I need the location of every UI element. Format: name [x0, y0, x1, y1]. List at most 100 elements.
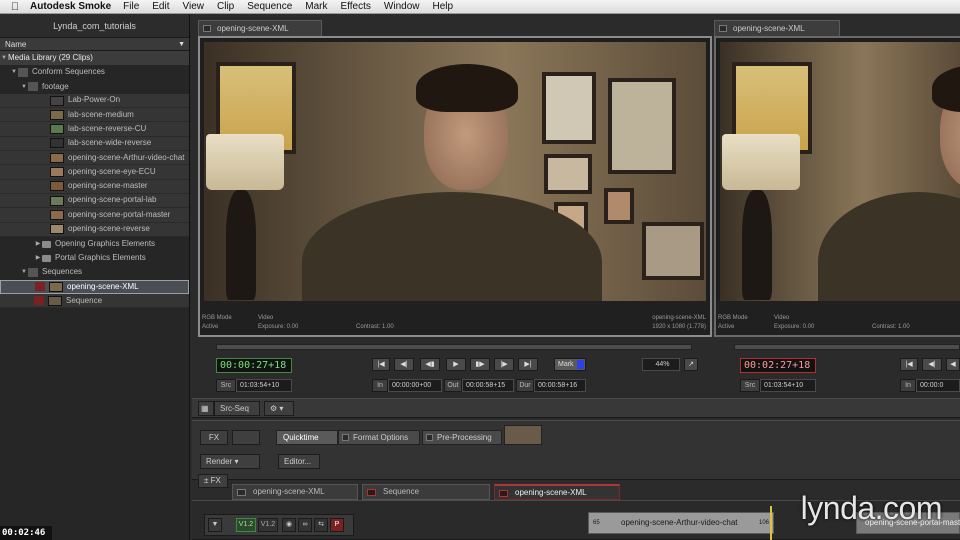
track-link-icon[interactable]: ∞ — [298, 518, 312, 532]
player-viewer-left[interactable]: RGB Mode Video Active Exposure: 0.00 Con… — [198, 36, 712, 337]
go-to-start-button[interactable]: |◀ — [372, 358, 390, 371]
out-timecode[interactable]: 00:00:58+15 — [462, 379, 514, 392]
fx-toggle-button[interactable]: ± FX — [198, 474, 228, 488]
clip-item[interactable]: opening-scene-reverse — [0, 222, 189, 237]
out-label: Out — [444, 379, 462, 392]
src-timecode[interactable]: 01:03:54+10 — [760, 379, 816, 392]
name-column-header[interactable]: Name ▼ — [0, 38, 189, 51]
sequence-item[interactable]: Sequence — [0, 294, 189, 309]
go-to-end-button[interactable]: ▶| — [518, 358, 538, 371]
clip-name-label: opening-scene-XML — [652, 315, 706, 321]
tab-pre-processing[interactable]: Pre-Processing — [422, 430, 502, 445]
expanded-triangle-icon[interactable]: ▼ — [10, 65, 18, 79]
tree-item-portal-graphics[interactable]: ▶ Portal Graphics Elements — [0, 251, 189, 265]
viewer-tab-left[interactable]: opening-scene-XML — [198, 20, 322, 36]
rgb-mode-label: RGB Mode — [718, 315, 748, 321]
menu-edit[interactable]: Edit — [152, 1, 169, 12]
src-seq-mode-icon[interactable]: ▦ — [198, 401, 214, 416]
menu-effects[interactable]: Effects — [341, 1, 371, 12]
timeline-playhead[interactable] — [770, 506, 772, 540]
clip-item[interactable]: lab-scene-medium — [0, 108, 189, 123]
track-sync-icon[interactable]: ⇆ — [314, 518, 328, 532]
play-button[interactable]: ▶ — [446, 358, 466, 371]
video-frame — [720, 42, 960, 301]
scrub-bar-left[interactable] — [216, 344, 692, 350]
tree-item-conform-sequences[interactable]: ▼ Conform Sequences — [0, 65, 189, 79]
timecode-display-right[interactable]: 00:02:27+18 — [740, 358, 816, 373]
track-v1-2-active[interactable]: V1.2 — [236, 518, 256, 532]
step-back-button[interactable]: ◀▮ — [420, 358, 440, 371]
menu-sequence[interactable]: Sequence — [247, 1, 292, 12]
src-seq-select[interactable]: Src-Seq — [214, 401, 260, 416]
menu-window[interactable]: Window — [384, 1, 420, 12]
viewer-tab-right[interactable]: opening-scene-XML — [714, 20, 840, 36]
track-p-button[interactable]: P — [330, 518, 344, 532]
settings-gear-icon[interactable]: ⚙ ▾ — [264, 401, 294, 416]
clip-item[interactable]: opening-scene-portal-lab — [0, 193, 189, 209]
clip-thumbnail-tab[interactable] — [504, 425, 542, 445]
menu-view[interactable]: View — [183, 1, 205, 12]
clip-thumbnail — [50, 95, 64, 106]
dropdown-icon[interactable]: ▼ — [178, 38, 185, 51]
editor-button[interactable]: Editor... — [278, 454, 320, 469]
step-forward-button[interactable]: ▮▶ — [470, 358, 490, 371]
menu-bar:  Autodesk Smoke File Edit View Clip Seq… — [0, 0, 960, 14]
tree-item-opening-graphics[interactable]: ▶ Opening Graphics Elements — [0, 237, 189, 251]
tree-item-footage[interactable]: ▼ footage — [0, 80, 189, 94]
go-to-start-button[interactable]: |◀ — [900, 358, 918, 371]
clip-item[interactable]: opening-scene-eye-ECU — [0, 165, 189, 180]
tree-item-sequences[interactable]: ▼ Sequences — [0, 265, 189, 279]
fx-button[interactable]: FX — [200, 430, 228, 445]
clip-thumbnail — [50, 224, 64, 235]
sequence-icon — [499, 490, 508, 497]
tree-item-media-library[interactable]: ▼ Media Library (29 Clips) — [0, 51, 189, 66]
viewer-icon — [719, 25, 727, 32]
timeline-clip[interactable]: 65 opening-scene-Arthur-video-chat 106 — [588, 512, 774, 534]
dur-timecode[interactable]: 00:00:58+16 — [534, 379, 586, 392]
fit-to-window-icon[interactable]: ↗ — [684, 358, 698, 371]
render-button[interactable]: Render ▾ — [200, 454, 260, 469]
track-eye-icon[interactable]: ◉ — [282, 518, 296, 532]
seq-tab-opening-scene-xml[interactable]: opening-scene-XML — [232, 484, 358, 500]
next-edit-button[interactable]: |▶ — [494, 358, 514, 371]
clip-item[interactable]: opening-scene-master — [0, 179, 189, 194]
seq-tab-opening-scene-xml-active[interactable]: opening-scene-XML — [494, 484, 620, 500]
sequence-item-selected[interactable]: opening-scene-XML — [0, 279, 189, 295]
collapsed-triangle-icon[interactable]: ▶ — [34, 251, 42, 265]
scrub-bar-right[interactable] — [734, 344, 960, 350]
clip-item[interactable]: lab-scene-reverse-CU — [0, 122, 189, 137]
clip-item[interactable]: lab-scene-wide-reverse — [0, 136, 189, 152]
collapsed-triangle-icon[interactable]: ▶ — [34, 237, 42, 251]
track-v1-2[interactable]: V1.2 — [258, 518, 278, 532]
src-timecode[interactable]: 01:03:54+10 — [236, 379, 292, 392]
rgb-mode-label: RGB Mode — [202, 315, 232, 321]
fx-secondary-button[interactable] — [232, 430, 260, 445]
in-timecode[interactable]: 00:00:0 — [916, 379, 960, 392]
step-back-button[interactable]: ◀ — [946, 358, 960, 371]
expanded-triangle-icon[interactable]: ▼ — [0, 51, 8, 65]
in-timecode[interactable]: 00:00:00+00 — [388, 379, 442, 392]
track-expand-icon[interactable]: ▼ — [208, 518, 222, 532]
previous-edit-button[interactable]: ◀| — [922, 358, 942, 371]
library-tree: ▼ Media Library (29 Clips) ▼ Conform Seq… — [0, 51, 189, 309]
tab-quicktime[interactable]: Quicktime — [276, 430, 338, 445]
expanded-triangle-icon[interactable]: ▼ — [20, 265, 28, 279]
menu-mark[interactable]: Mark — [305, 1, 327, 12]
apple-icon[interactable]:  — [0, 1, 30, 13]
clip-item[interactable]: opening-scene-Arthur-video-chat — [0, 151, 189, 166]
menu-help[interactable]: Help — [432, 1, 453, 12]
menu-file[interactable]: File — [123, 1, 139, 12]
seq-tab-sequence[interactable]: Sequence — [362, 484, 490, 500]
clip-item[interactable]: opening-scene-portal-master — [0, 208, 189, 223]
mark-button[interactable]: Mark — [554, 358, 586, 371]
player-viewer-right[interactable]: RGB Mode Video Active Exposure: 0.00 Con… — [714, 36, 960, 337]
zoom-select[interactable]: 44% — [642, 358, 680, 371]
expanded-triangle-icon[interactable]: ▼ — [20, 80, 28, 94]
in-label: In — [372, 379, 388, 392]
timecode-display-left[interactable]: 00:00:27+18 — [216, 358, 292, 373]
previous-edit-button[interactable]: ◀| — [394, 358, 414, 371]
menu-clip[interactable]: Clip — [217, 1, 234, 12]
app-menu[interactable]: Autodesk Smoke — [30, 1, 111, 12]
clip-item[interactable]: Lab-Power-On — [0, 93, 189, 109]
tab-format-options[interactable]: Format Options — [338, 430, 420, 445]
